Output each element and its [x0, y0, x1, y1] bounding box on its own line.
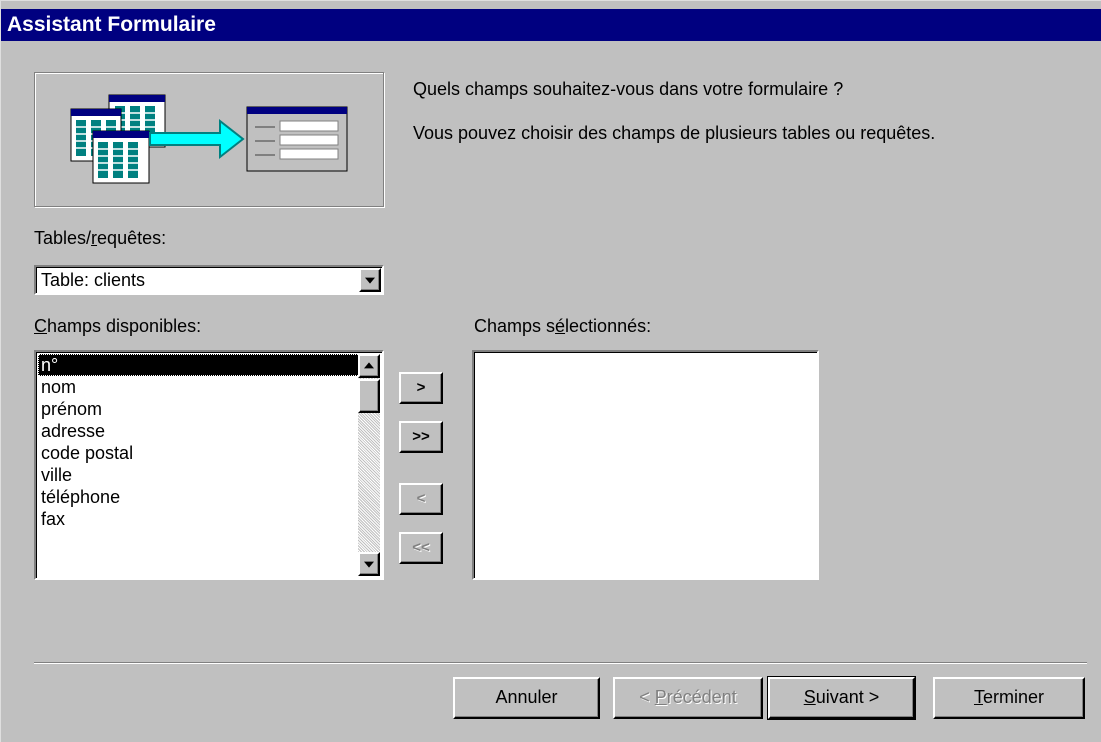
wizard-question: Quels champs souhaitez-vous dans votre f…: [413, 79, 844, 99]
dropdown-button[interactable]: [359, 268, 381, 292]
list-item[interactable]: prénom: [38, 398, 360, 420]
list-item[interactable]: n°: [38, 354, 360, 376]
list-item[interactable]: fax: [38, 508, 360, 530]
chevron-down-icon: [365, 277, 375, 284]
wizard-illustration: [34, 72, 384, 207]
previous-button[interactable]: < Précédent: [613, 677, 763, 719]
list-item[interactable]: téléphone: [38, 486, 360, 508]
tables-queries-label: Tables/requêtes:: [34, 228, 167, 248]
cancel-button[interactable]: Annuler: [453, 677, 600, 719]
tables-queries-select[interactable]: Table: clients: [34, 265, 384, 295]
selected-fields-list[interactable]: [472, 350, 819, 580]
finish-button[interactable]: Terminer: [933, 677, 1085, 719]
list-item[interactable]: adresse: [38, 420, 360, 442]
available-fields-list[interactable]: n° nom prénom adresse code postal ville …: [34, 350, 384, 580]
list-item[interactable]: ville: [38, 464, 360, 486]
scroll-up-button[interactable]: [358, 354, 380, 378]
tables-queries-value: Table: clients: [41, 270, 146, 290]
scrollbar-thumb[interactable]: [358, 379, 380, 413]
selected-fields-label: Champs sélectionnés:: [474, 316, 652, 336]
next-button[interactable]: Suivant >: [767, 676, 916, 720]
remove-all-fields-button[interactable]: <<: [399, 532, 443, 564]
form-wizard-dialog: Assistant Formulaire Quels champs souhai…: [0, 0, 1101, 742]
wizard-explanation: Vous pouvez choisir des champs de plusie…: [413, 123, 936, 143]
available-fields-label: Champs disponibles:: [34, 316, 202, 336]
add-field-button[interactable]: >: [399, 372, 443, 404]
title-bar[interactable]: Assistant Formulaire: [1, 9, 1101, 41]
footer-separator: [34, 662, 1087, 664]
list-item[interactable]: code postal: [38, 442, 360, 464]
remove-field-button[interactable]: <: [399, 483, 443, 515]
list-item[interactable]: nom: [38, 376, 360, 398]
scroll-down-button[interactable]: [358, 552, 380, 576]
chevron-up-icon: [364, 362, 374, 369]
add-all-fields-button[interactable]: >>: [399, 421, 443, 453]
chevron-down-icon: [364, 561, 374, 568]
tables-to-form-icon: [70, 94, 348, 184]
